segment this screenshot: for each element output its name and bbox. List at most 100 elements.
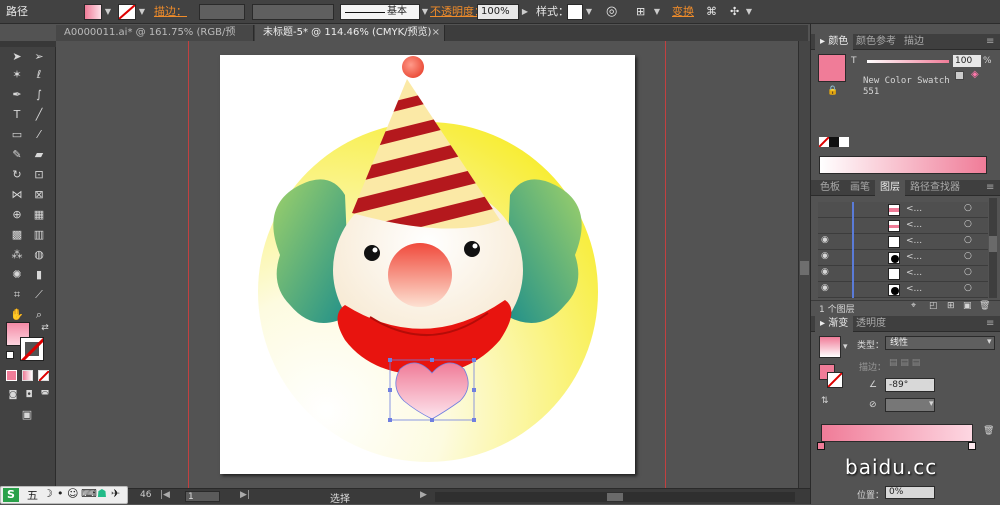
- mesh-tool-icon[interactable]: ▩: [8, 227, 26, 243]
- eye-icon[interactable]: ◉: [821, 251, 829, 261]
- eyedropper-icon[interactable]: ⁂: [8, 247, 26, 263]
- graphic-style-swatch[interactable]: [567, 4, 583, 20]
- artboard-tool-icon[interactable]: ⌗: [8, 287, 26, 303]
- chevron-down-icon[interactable]: ▼: [584, 4, 594, 20]
- out-of-gamut-icon[interactable]: [955, 71, 964, 80]
- pencil-icon[interactable]: ✎: [8, 147, 26, 163]
- width-tool-icon[interactable]: ⋈: [8, 187, 26, 203]
- panel-menu-icon[interactable]: ≡: [981, 34, 999, 50]
- web-safe-icon[interactable]: ◈: [971, 69, 979, 80]
- color-spectrum-bar[interactable]: [819, 156, 987, 174]
- clipping-mask-icon[interactable]: ◰: [929, 301, 938, 311]
- layer-row[interactable]: ◉ <... ○: [818, 250, 988, 266]
- moon-icon[interactable]: ☽: [43, 487, 53, 500]
- scroll-thumb[interactable]: [800, 261, 809, 275]
- tab-color[interactable]: ▸ 颜色: [815, 34, 854, 50]
- draw-inside-icon[interactable]: ◚: [36, 387, 54, 403]
- selection-tool-icon[interactable]: ➤: [8, 49, 26, 65]
- eye-icon[interactable]: ◉: [821, 267, 829, 277]
- horizontal-scrollbar[interactable]: [435, 492, 795, 502]
- tab-layers[interactable]: 图层: [875, 180, 905, 196]
- curvature-icon[interactable]: ∫: [30, 87, 48, 103]
- chevron-down-icon[interactable]: ▼: [652, 4, 662, 20]
- ime-mode-icon[interactable]: 五: [27, 487, 38, 503]
- target-icon[interactable]: ○: [964, 283, 972, 293]
- color-mode-icon[interactable]: [6, 370, 17, 381]
- angle-input[interactable]: -89°: [885, 378, 935, 392]
- chevron-down-icon[interactable]: ▾: [929, 379, 934, 389]
- tab-stroke[interactable]: 描边: [899, 34, 929, 50]
- chevron-down-icon[interactable]: ▼: [137, 4, 147, 20]
- gradient-slider[interactable]: [821, 424, 973, 442]
- line-tool-icon[interactable]: ╱: [30, 107, 48, 123]
- tab-gradient[interactable]: ▸ 渐变: [815, 316, 854, 332]
- scale-tool-icon[interactable]: ⊡: [30, 167, 48, 183]
- stroke-label[interactable]: 描边：: [154, 4, 187, 20]
- none-mode-icon[interactable]: [38, 370, 50, 382]
- zoom-level[interactable]: 46: [140, 490, 151, 500]
- tab-document-1[interactable]: A0000011.ai* @ 161.75% (RGB/预览) ×: [56, 25, 254, 54]
- lasso-icon[interactable]: ℓ: [30, 67, 48, 83]
- gradient-stop-start[interactable]: [817, 442, 825, 450]
- gradient-mode-icon[interactable]: [22, 370, 33, 381]
- tint-slider[interactable]: [867, 60, 949, 63]
- symbol-sprayer-icon[interactable]: ✺: [8, 267, 26, 283]
- brush-definition-field[interactable]: 基本: [340, 4, 420, 20]
- fill-swatch[interactable]: [84, 4, 102, 20]
- stroke-weight-field[interactable]: [199, 4, 245, 20]
- layer-row[interactable]: ◉ <... ○: [818, 282, 988, 298]
- stroke-color-box[interactable]: [20, 337, 44, 361]
- new-sublayer-icon[interactable]: ⊞: [947, 301, 955, 311]
- target-icon[interactable]: ○: [964, 251, 972, 261]
- layer-row[interactable]: <... ○: [818, 202, 988, 218]
- skin-icon[interactable]: ☗: [97, 487, 107, 500]
- eye-icon[interactable]: ◉: [821, 235, 829, 245]
- tint-input[interactable]: 100: [953, 55, 981, 67]
- chevron-right-icon[interactable]: ▶: [520, 4, 530, 20]
- vertical-scrollbar[interactable]: [798, 41, 810, 488]
- free-transform-icon[interactable]: ⊠: [30, 187, 48, 203]
- page-field[interactable]: 1: [185, 491, 220, 502]
- swap-colors-icon[interactable]: ⇄: [36, 320, 54, 336]
- magic-wand-icon[interactable]: ✶: [8, 67, 26, 83]
- eye-icon[interactable]: ◉: [821, 283, 829, 293]
- chevron-down-icon[interactable]: ▼: [103, 4, 113, 20]
- screen-mode-icon[interactable]: ▣: [18, 407, 36, 423]
- chevron-down-icon[interactable]: ▼: [420, 4, 430, 20]
- chevron-down-icon[interactable]: ▾: [929, 486, 934, 496]
- recolor-icon[interactable]: ◎: [606, 4, 617, 20]
- tab-pathfinder[interactable]: 路径查找器: [905, 180, 965, 196]
- tab-brushes[interactable]: 画笔: [845, 180, 875, 196]
- punctuation-icon[interactable]: •: [57, 487, 64, 500]
- layer-row[interactable]: ◉ <... ○: [818, 266, 988, 282]
- rectangle-tool-icon[interactable]: ▭: [8, 127, 26, 143]
- color-swatch-preview[interactable]: [818, 54, 846, 82]
- toolbar-grip[interactable]: [0, 41, 56, 47]
- locate-object-icon[interactable]: ⌖: [911, 301, 916, 311]
- rotate-tool-icon[interactable]: ↻: [8, 167, 26, 183]
- gradient-preview[interactable]: [819, 336, 841, 358]
- target-icon[interactable]: ○: [964, 267, 972, 277]
- panel-menu-icon[interactable]: ≡: [981, 316, 999, 332]
- default-colors-icon[interactable]: [6, 351, 14, 359]
- emoji-icon[interactable]: ☺: [67, 487, 78, 500]
- layers-scrollbar[interactable]: [989, 198, 997, 298]
- tab-transparency[interactable]: 透明度: [851, 316, 891, 332]
- scroll-thumb[interactable]: [607, 493, 623, 501]
- target-icon[interactable]: ○: [964, 219, 972, 229]
- target-icon[interactable]: ○: [964, 235, 972, 245]
- gradient-type-select[interactable]: 线性: [885, 336, 995, 350]
- shape-builder-icon[interactable]: ⊕: [8, 207, 26, 223]
- reverse-gradient-icon[interactable]: ⇅: [821, 396, 829, 406]
- stroke-gradient-options-icon[interactable]: ▤ ▤ ▤: [889, 358, 920, 368]
- ime-logo-icon[interactable]: S: [3, 488, 19, 502]
- close-icon[interactable]: ×: [432, 25, 440, 41]
- tab-document-2[interactable]: 未标题-5* @ 114.46% (CMYK/预览) ×: [255, 25, 445, 41]
- status-menu-icon[interactable]: ▶: [420, 490, 427, 500]
- target-icon[interactable]: ○: [964, 203, 972, 213]
- pen-tool-icon[interactable]: ✒: [8, 87, 26, 103]
- panel-menu-icon[interactable]: ≡: [981, 180, 999, 196]
- aspect-ratio-input[interactable]: [885, 398, 935, 412]
- perspective-grid-icon[interactable]: ▦: [30, 207, 48, 223]
- blend-tool-icon[interactable]: ◍: [30, 247, 48, 263]
